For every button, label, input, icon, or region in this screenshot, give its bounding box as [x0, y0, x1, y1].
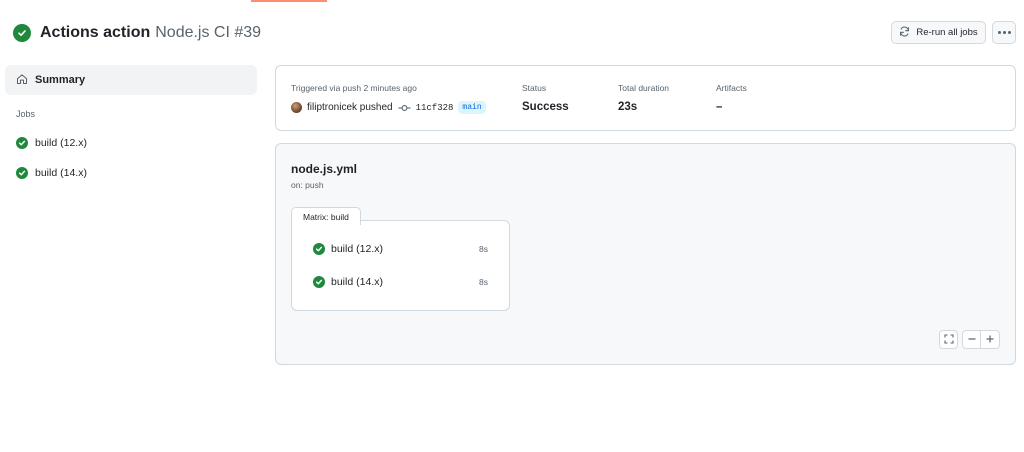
run-summary-card: Triggered via push 2 minutes ago filiptr…	[275, 65, 1016, 131]
check-circle-fill-icon	[313, 276, 325, 288]
job-name: build (14.x)	[331, 276, 383, 288]
zoom-button-group	[962, 330, 1000, 349]
matrix-tab: Matrix: build	[291, 207, 361, 225]
sidebar-item-summary[interactable]: Summary	[5, 65, 257, 95]
matrix-job-group: build (12.x) 8s build (14.x) 8s	[291, 220, 510, 311]
job-duration: 8s	[479, 277, 488, 287]
jobs-heading: Jobs	[16, 109, 36, 119]
workflow-file-name: node.js.yml	[291, 162, 358, 176]
rerun-all-jobs-button[interactable]: Re-run all jobs	[891, 21, 986, 44]
zoom-in-button[interactable]	[981, 330, 1000, 349]
page-load-progress-bar	[251, 0, 327, 2]
trigger-info: Triggered via push 2 minutes ago filiptr…	[291, 83, 486, 114]
zoom-out-button[interactable]	[962, 330, 981, 349]
workflow-graph-card: node.js.yml on: push Matrix: build build…	[275, 143, 1016, 365]
sidebar-item-label: build (12.x)	[35, 137, 87, 149]
artifacts-value: –	[716, 101, 723, 113]
graph-job-build-14x[interactable]: build (14.x) 8s	[292, 270, 509, 294]
graph-zoom-controls	[939, 330, 1000, 349]
check-circle-fill-icon	[13, 24, 31, 42]
workflow-trigger: on: push	[291, 180, 324, 190]
kebab-horizontal-icon	[997, 31, 1011, 34]
sidebar: Summary Jobs build (12.x) build (14.x)	[5, 65, 257, 188]
fullscreen-button[interactable]	[939, 330, 958, 349]
dash-icon	[967, 331, 977, 349]
sync-icon	[899, 26, 910, 40]
actor-pushed[interactable]: filiptronicek pushed	[307, 102, 393, 113]
check-circle-fill-icon	[16, 167, 28, 179]
more-options-button[interactable]	[992, 21, 1016, 44]
plus-icon	[985, 331, 995, 349]
commit-sha-link[interactable]: 11cf328	[416, 103, 454, 113]
workflow-run-name: Node.js CI #39	[155, 24, 262, 41]
trigger-label: Triggered via push 2 minutes ago	[291, 83, 417, 93]
home-icon	[16, 73, 28, 88]
artifacts-label: Artifacts	[716, 83, 747, 93]
sidebar-item-label: build (14.x)	[35, 167, 87, 179]
status-label: Status	[522, 83, 547, 93]
sidebar-item-label: Summary	[35, 74, 86, 86]
artifacts-info: Artifacts –	[716, 83, 747, 113]
sidebar-item-job-build-12x[interactable]: build (12.x)	[5, 128, 257, 158]
branch-badge[interactable]: main	[458, 101, 486, 114]
rerun-all-jobs-label: Re-run all jobs	[916, 27, 978, 38]
run-title: Actions action	[40, 24, 151, 41]
duration-label: Total duration	[618, 83, 670, 93]
check-circle-fill-icon	[313, 243, 325, 255]
check-circle-fill-icon	[16, 137, 28, 149]
avatar[interactable]	[291, 102, 302, 113]
job-duration: 8s	[479, 244, 488, 254]
job-name: build (12.x)	[331, 243, 383, 255]
duration-value: 23s	[618, 101, 638, 113]
status-value: Success	[522, 101, 569, 113]
status-info: Status Success	[522, 83, 569, 113]
graph-job-build-12x[interactable]: build (12.x) 8s	[292, 237, 509, 261]
page-title: Actions action Node.js CI #39	[40, 24, 261, 42]
screen-full-icon	[943, 331, 954, 349]
git-commit-icon	[398, 104, 411, 112]
run-header: Actions action Node.js CI #39	[13, 20, 261, 46]
duration-info: Total duration 23s	[618, 83, 669, 113]
trigger-row: filiptronicek pushed 11cf328 main	[291, 101, 486, 114]
sidebar-item-job-build-14x[interactable]: build (14.x)	[5, 158, 257, 188]
